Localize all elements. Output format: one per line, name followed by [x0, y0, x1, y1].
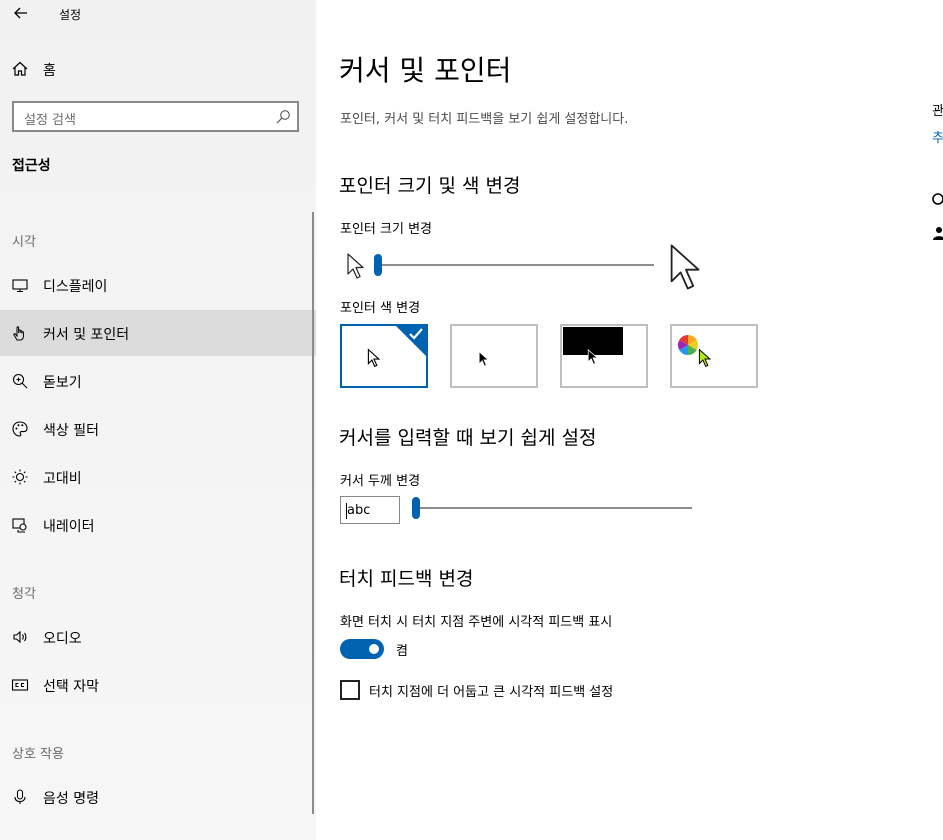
group-label-hearing: 청각 — [12, 587, 36, 602]
help-chat-icon[interactable] — [931, 193, 943, 207]
touch-feedback-label: 화면 터치 시 터치 지점 주변에 시각적 피드백 표시 — [340, 615, 613, 630]
home-icon — [12, 61, 28, 76]
page-title: 커서 및 포인터 — [339, 54, 512, 87]
app-title: 설정 — [59, 8, 82, 22]
sidebar-item-label: 색상 필터 — [43, 423, 99, 439]
white-pointer-icon — [367, 348, 381, 368]
sidebar-item-label: 선택 자막 — [43, 679, 99, 695]
cursor-section-heading: 커서를 입력할 때 보기 쉽게 설정 — [339, 427, 597, 449]
sidebar: 설정 홈 설정 검색 접근성 시각 디스플레이 커서 및 포인터 돋보기 색상 … — [0, 0, 316, 840]
back-arrow-icon[interactable] — [12, 4, 30, 22]
cursor-preview-text: abc — [347, 503, 371, 518]
sidebar-item-color-filter[interactable]: 색상 필터 — [0, 406, 316, 452]
darker-feedback-checkbox[interactable] — [340, 680, 360, 700]
pointer-color-inverted[interactable] — [560, 324, 648, 388]
sidebar-item-magnifier[interactable]: 돋보기 — [0, 358, 316, 404]
pointer-color-white[interactable] — [340, 324, 428, 388]
color-wheel-icon — [677, 334, 699, 356]
monitor-icon — [12, 279, 28, 293]
cursor-thickness-slider-thumb[interactable] — [412, 497, 420, 519]
touch-section-heading: 터치 피드백 변경 — [339, 568, 474, 590]
pointer-hand-icon — [13, 326, 24, 341]
sidebar-item-narrator[interactable]: 내레이터 — [0, 502, 316, 548]
sidebar-scrollbar[interactable] — [312, 212, 314, 814]
feedback-person-icon[interactable] — [931, 226, 943, 240]
group-label-interaction: 상호 작용 — [12, 747, 64, 762]
cursor-thickness-slider-track[interactable] — [416, 507, 692, 509]
pointer-section-heading: 포인터 크기 및 색 변경 — [339, 175, 521, 197]
narrator-icon — [12, 518, 27, 533]
sidebar-item-label: 내레이터 — [43, 519, 95, 535]
sidebar-item-cursor-pointer[interactable]: 커서 및 포인터 — [0, 310, 316, 356]
nav-home-label: 홈 — [43, 63, 56, 79]
related-link-fragment[interactable]: 추 — [932, 127, 943, 146]
sidebar-item-label: 돋보기 — [43, 375, 82, 391]
sidebar-item-label: 커서 및 포인터 — [43, 327, 130, 343]
toggle-knob — [369, 644, 379, 654]
related-settings-fragment: 관 — [932, 104, 943, 119]
microphone-icon — [14, 789, 26, 804]
cc-icon — [11, 679, 29, 691]
sidebar-item-label: 디스플레이 — [43, 279, 108, 295]
group-label-vision: 시각 — [12, 235, 36, 250]
title-bar: 설정 — [0, 0, 316, 26]
cursor-preview: abc — [340, 496, 400, 524]
cursor-thickness-label: 커서 두께 변경 — [340, 474, 421, 489]
pointer-size-slider-track[interactable] — [378, 264, 654, 266]
sidebar-item-high-contrast[interactable]: 고대비 — [0, 454, 316, 500]
brightness-icon — [12, 469, 28, 485]
small-pointer-icon — [347, 253, 364, 279]
nav-home[interactable]: 홈 — [0, 46, 316, 92]
main-content: 커서 및 포인터 포인터, 커서 및 터치 피드백을 보기 쉽게 설정합니다. … — [316, 0, 943, 840]
sidebar-item-speech[interactable]: 음성 명령 — [0, 774, 316, 820]
sidebar-section-title: 접근성 — [12, 158, 51, 174]
search-placeholder: 설정 검색 — [24, 113, 76, 128]
sidebar-item-captions[interactable]: 선택 자막 — [0, 662, 316, 708]
pointer-color-black[interactable] — [450, 324, 538, 388]
darker-feedback-label: 터치 지점에 더 어둡고 큰 시각적 피드백 설정 — [369, 685, 614, 700]
checkmark-icon — [409, 328, 423, 340]
inverted-pointer-icon — [587, 348, 599, 365]
search-input[interactable]: 설정 검색 — [12, 101, 299, 132]
large-pointer-icon — [670, 244, 700, 290]
pointer-color-custom[interactable] — [670, 324, 758, 388]
search-icon[interactable] — [275, 109, 291, 125]
touch-feedback-toggle[interactable] — [340, 639, 384, 659]
pointer-size-slider-thumb[interactable] — [374, 254, 382, 276]
palette-icon — [12, 421, 28, 437]
speaker-icon — [13, 630, 27, 644]
magnifier-icon — [12, 373, 28, 389]
toggle-state-label: 켬 — [396, 644, 408, 659]
sidebar-item-label: 고대비 — [43, 471, 82, 487]
sidebar-item-label: 오디오 — [43, 631, 82, 647]
custom-pointer-icon — [698, 348, 712, 368]
black-pointer-icon — [478, 350, 490, 367]
sidebar-item-display[interactable]: 디스플레이 — [0, 262, 316, 308]
page-description: 포인터, 커서 및 터치 피드백을 보기 쉽게 설정합니다. — [340, 112, 629, 127]
sidebar-item-audio[interactable]: 오디오 — [0, 614, 316, 660]
pointer-size-label: 포인터 크기 변경 — [340, 222, 432, 237]
pointer-color-label: 포인터 색 변경 — [340, 301, 421, 316]
sidebar-item-label: 음성 명령 — [43, 791, 99, 807]
